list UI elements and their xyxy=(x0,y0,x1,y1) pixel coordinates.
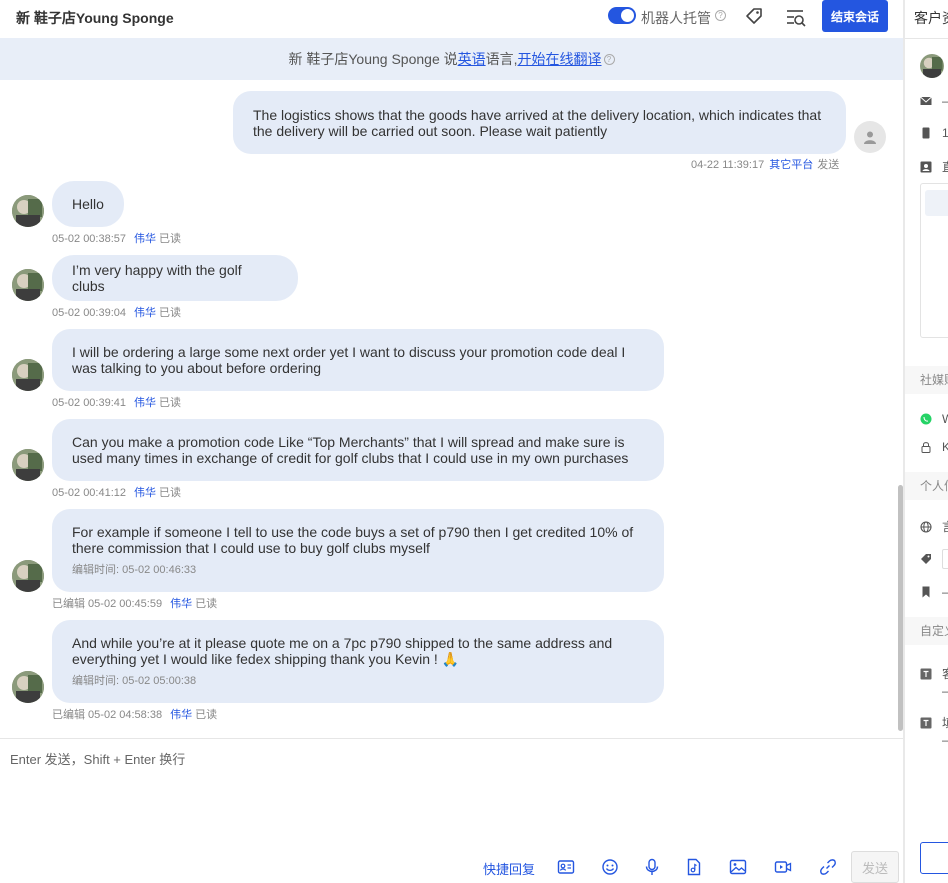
message-meta: 04-22 11:39:17 其它平台 发送 xyxy=(691,159,840,171)
section-custom: 自定义 xyxy=(905,617,948,645)
notice-middle: 语言, xyxy=(485,51,518,67)
whatsapp-row: W xyxy=(920,412,948,426)
agent-name[interactable]: 伟华 xyxy=(170,598,192,610)
edit-time: 编辑时间: 05-02 05:00:38 xyxy=(72,674,197,687)
platform-label[interactable]: 其它平台 xyxy=(769,159,813,171)
tag-icon xyxy=(921,554,931,564)
customer-avatar[interactable] xyxy=(12,195,44,227)
link-icon[interactable] xyxy=(819,858,837,876)
message-meta: 05-02 00:39:41 伟华 已读 xyxy=(52,397,182,409)
custom-row: 客 xyxy=(920,665,948,682)
message-text: I’m very happy with the golf clubs xyxy=(72,262,242,294)
message-meta: 05-02 00:38:57 伟华 已读 xyxy=(52,233,182,245)
custom-value: — xyxy=(942,733,948,747)
custom-value: — xyxy=(942,684,948,698)
tag-row xyxy=(920,549,948,569)
robot-toggle[interactable] xyxy=(608,7,636,24)
agent-name[interactable]: 伟华 xyxy=(134,397,156,409)
email-row: — xyxy=(920,94,948,108)
section-personal: 个人信 xyxy=(905,472,948,500)
tag-icon[interactable] xyxy=(744,6,764,26)
message-list[interactable]: The logistics shows that the goods have … xyxy=(0,80,897,738)
message-meta: 05-02 00:39:04 伟华 已读 xyxy=(52,307,182,319)
message-meta: 已编辑 05-02 00:45:59 伟华 已读 xyxy=(52,598,218,610)
notice-prefix: 新 鞋子店Young Sponge 说 xyxy=(288,51,458,67)
agent-avatar xyxy=(854,121,886,153)
phone-row: 1 xyxy=(920,126,948,140)
contact-icon xyxy=(920,161,932,172)
help-icon[interactable]: ? xyxy=(603,53,615,65)
language-row: 言 xyxy=(920,518,948,535)
edit-time: 编辑时间: 05-02 00:46:33 xyxy=(72,563,197,576)
image-icon[interactable] xyxy=(729,858,747,876)
customer-avatar[interactable] xyxy=(12,560,44,592)
start-translation-link[interactable]: 开始在线翻译 xyxy=(518,49,602,69)
whatsapp-icon xyxy=(920,413,932,425)
message-text: I will be ordering a large some next ord… xyxy=(72,344,626,376)
section-social: 社媒账 xyxy=(905,366,948,394)
video-icon[interactable] xyxy=(774,858,792,876)
panel-title-divider xyxy=(905,38,948,39)
customer-avatar[interactable] xyxy=(12,269,44,301)
microphone-icon[interactable] xyxy=(643,858,661,876)
mail-icon xyxy=(920,96,932,105)
end-session-button[interactable]: 结束会话 xyxy=(822,0,888,32)
message-text: And while you’re at it please quote me o… xyxy=(72,634,613,667)
language-link[interactable]: 英语 xyxy=(458,49,486,69)
agent-name[interactable]: 伟华 xyxy=(134,233,156,245)
panel-action-button[interactable] xyxy=(920,842,948,874)
message-bubble-incoming: Hello xyxy=(52,181,124,227)
chat-header: 新 鞋子店Young Sponge 机器人托管 ? 结束会话 xyxy=(0,0,903,38)
message-bubble-incoming: I will be ordering a large some next ord… xyxy=(52,329,664,391)
user-icon xyxy=(864,131,876,144)
text-field-icon xyxy=(920,668,932,679)
composer-divider xyxy=(0,738,903,739)
search-history-icon[interactable] xyxy=(785,6,807,28)
help-icon[interactable]: ? xyxy=(715,10,726,21)
globe-icon xyxy=(920,520,932,533)
message-text: Hello xyxy=(72,196,104,212)
message-meta: 05-02 00:41:12 伟华 已读 xyxy=(52,487,182,499)
message-bubble-outgoing: The logistics shows that the goods have … xyxy=(233,91,846,154)
customer-avatar[interactable] xyxy=(12,671,44,703)
customer-avatar[interactable] xyxy=(12,449,44,481)
quick-reply-button[interactable]: 快捷回复 xyxy=(483,859,535,878)
chat-title: 新 鞋子店Young Sponge xyxy=(16,10,174,26)
bookmark-icon xyxy=(922,586,930,598)
contact-row: 直 xyxy=(920,158,948,175)
panel-title: 客户资 xyxy=(914,10,948,26)
message-text: Can you make a promotion code Like “Top … xyxy=(72,434,629,466)
custom-row: 填 xyxy=(920,714,948,731)
message-text: For example if someone I tell to use the… xyxy=(72,523,634,556)
message-bubble-incoming: And while you’re at it please quote me o… xyxy=(52,620,664,703)
text-field-icon xyxy=(920,717,932,728)
notes-box-item[interactable] xyxy=(925,190,948,216)
emoji-icon[interactable] xyxy=(601,858,619,876)
customer-avatar[interactable] xyxy=(12,359,44,391)
tag-input[interactable] xyxy=(942,549,948,569)
translation-notice: 新 鞋子店Young Sponge 说 英语 语言, 开始在线翻译 ? xyxy=(0,38,903,80)
customer-info-panel: 客户资 — 1 直 社媒账 W K 个人信 言 — 自定义 客 — xyxy=(905,0,948,883)
audio-file-icon[interactable] xyxy=(685,858,703,876)
lock-icon xyxy=(921,442,931,453)
account-row: K xyxy=(920,440,948,454)
agent-name[interactable]: 伟华 xyxy=(170,709,192,721)
message-input[interactable] xyxy=(10,749,890,839)
contact-card-icon[interactable] xyxy=(557,858,575,876)
bookmark-row: — xyxy=(920,585,948,599)
phone-icon xyxy=(922,127,930,139)
agent-name[interactable]: 伟华 xyxy=(134,307,156,319)
send-button[interactable]: 发送 xyxy=(851,851,899,883)
message-text: The logistics shows that the goods have … xyxy=(253,106,822,139)
message-bubble-incoming: For example if someone I tell to use the… xyxy=(52,509,664,592)
robot-label: 机器人托管 xyxy=(641,10,711,26)
customer-avatar xyxy=(920,54,944,78)
message-bubble-incoming: Can you make a promotion code Like “Top … xyxy=(52,419,664,481)
message-bubble-incoming: I’m very happy with the golf clubs xyxy=(52,255,298,301)
message-meta: 已编辑 05-02 04:58:38 伟华 已读 xyxy=(52,709,218,721)
agent-name[interactable]: 伟华 xyxy=(134,487,156,499)
